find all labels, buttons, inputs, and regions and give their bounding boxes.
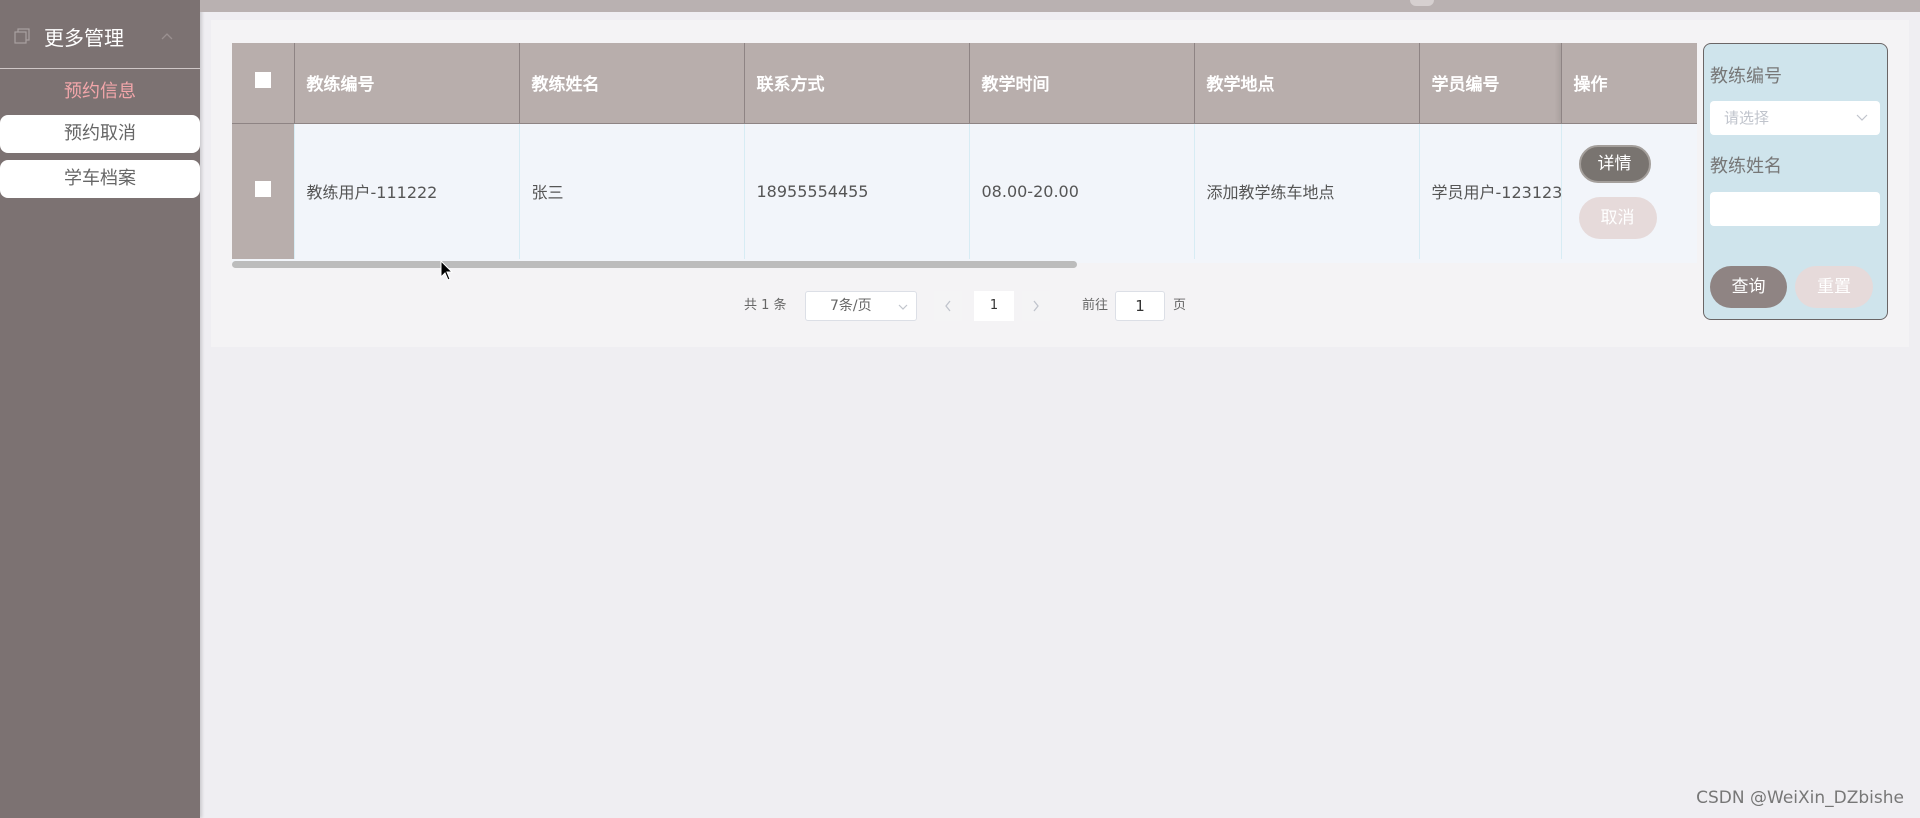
- top-bar-handle: [1410, 0, 1434, 6]
- reset-button[interactable]: 重置: [1795, 266, 1873, 308]
- prev-page-button[interactable]: [934, 291, 962, 321]
- table-header-row: 教练编号 教练姓名 联系方式 教学时间 教学地点 学员编号 操作: [232, 43, 1697, 124]
- column-header-phone: 联系方式: [744, 43, 970, 124]
- sidebar-item-driving-records[interactable]: 学车档案: [0, 160, 200, 198]
- chevron-down-icon: [898, 304, 908, 310]
- column-header-location: 教学地点: [1194, 43, 1420, 124]
- sidebar-item-appointment-cancel[interactable]: 预约取消: [0, 115, 200, 153]
- column-header-actions: 操作: [1561, 43, 1697, 124]
- search-panel: 教练编号 请选择 教练姓名 查询 重置: [1703, 43, 1888, 320]
- sidebar-item-appointment-info[interactable]: 预约信息: [0, 73, 200, 111]
- data-table: 教练编号 教练姓名 联系方式 教学时间 教学地点 学员编号 操作 教练用户-11…: [232, 43, 1697, 263]
- sidebar: 更多管理 预约信息 预约取消 学车档案: [0, 0, 200, 818]
- chevron-left-icon: [945, 300, 951, 311]
- menu-group-title: 更多管理: [44, 26, 124, 50]
- cell-coach-id: 教练用户-111222: [294, 123, 520, 259]
- cell-location: 添加教学练车地点: [1194, 123, 1420, 259]
- cell-student-id: 学员用户-123123: [1419, 123, 1562, 259]
- chevron-right-icon: [1033, 300, 1039, 311]
- query-button[interactable]: 查询: [1710, 266, 1787, 308]
- cancel-button[interactable]: 取消: [1578, 196, 1657, 239]
- column-header-time: 教学时间: [969, 43, 1195, 124]
- page-size-value: 7条/页: [830, 298, 872, 314]
- coach-id-placeholder: 请选择: [1724, 109, 1770, 127]
- horizontal-scrollbar[interactable]: [232, 261, 1077, 268]
- row-checkbox[interactable]: [254, 181, 271, 198]
- goto-page-input[interactable]: 1: [1115, 291, 1165, 321]
- chevron-up-icon[interactable]: [160, 31, 174, 41]
- row-select-cell: [232, 123, 295, 259]
- pagination-total: 共 1 条: [744, 298, 787, 313]
- table-row: 教练用户-111222 张三 18955554455 08.00-20.00 添…: [232, 123, 1697, 259]
- mouse-cursor-icon: [440, 260, 454, 281]
- cell-actions: 详情 取消: [1561, 123, 1697, 259]
- next-page-button[interactable]: [1022, 291, 1050, 321]
- watermark: CSDN @WeiXin_DZbishe: [1696, 788, 1904, 808]
- menu-group-more-management[interactable]: 更多管理: [0, 0, 200, 69]
- cell-time: 08.00-20.00: [969, 123, 1195, 259]
- page-unit-label: 页: [1173, 298, 1187, 313]
- goto-label: 前往: [1082, 298, 1109, 313]
- copy-icon: [14, 28, 30, 44]
- page-size-select[interactable]: 7条/页: [805, 291, 917, 321]
- coach-name-input[interactable]: [1710, 192, 1880, 226]
- chevron-down-icon: [1856, 114, 1868, 121]
- page-number-current[interactable]: 1: [974, 291, 1014, 321]
- cell-phone: 18955554455: [744, 123, 970, 259]
- top-bar: [200, 0, 1920, 12]
- column-header-student-id: 学员编号: [1419, 43, 1562, 124]
- coach-id-select[interactable]: 请选择: [1710, 101, 1880, 135]
- column-header-coach-name: 教练姓名: [519, 43, 745, 124]
- coach-id-label: 教练编号: [1710, 66, 1782, 87]
- select-all-checkbox[interactable]: [254, 72, 271, 89]
- detail-button[interactable]: 详情: [1578, 144, 1651, 183]
- select-all-cell: [232, 43, 295, 124]
- cell-coach-name: 张三: [519, 123, 745, 259]
- coach-name-label: 教练姓名: [1710, 156, 1782, 177]
- column-header-coach-id: 教练编号: [294, 43, 520, 124]
